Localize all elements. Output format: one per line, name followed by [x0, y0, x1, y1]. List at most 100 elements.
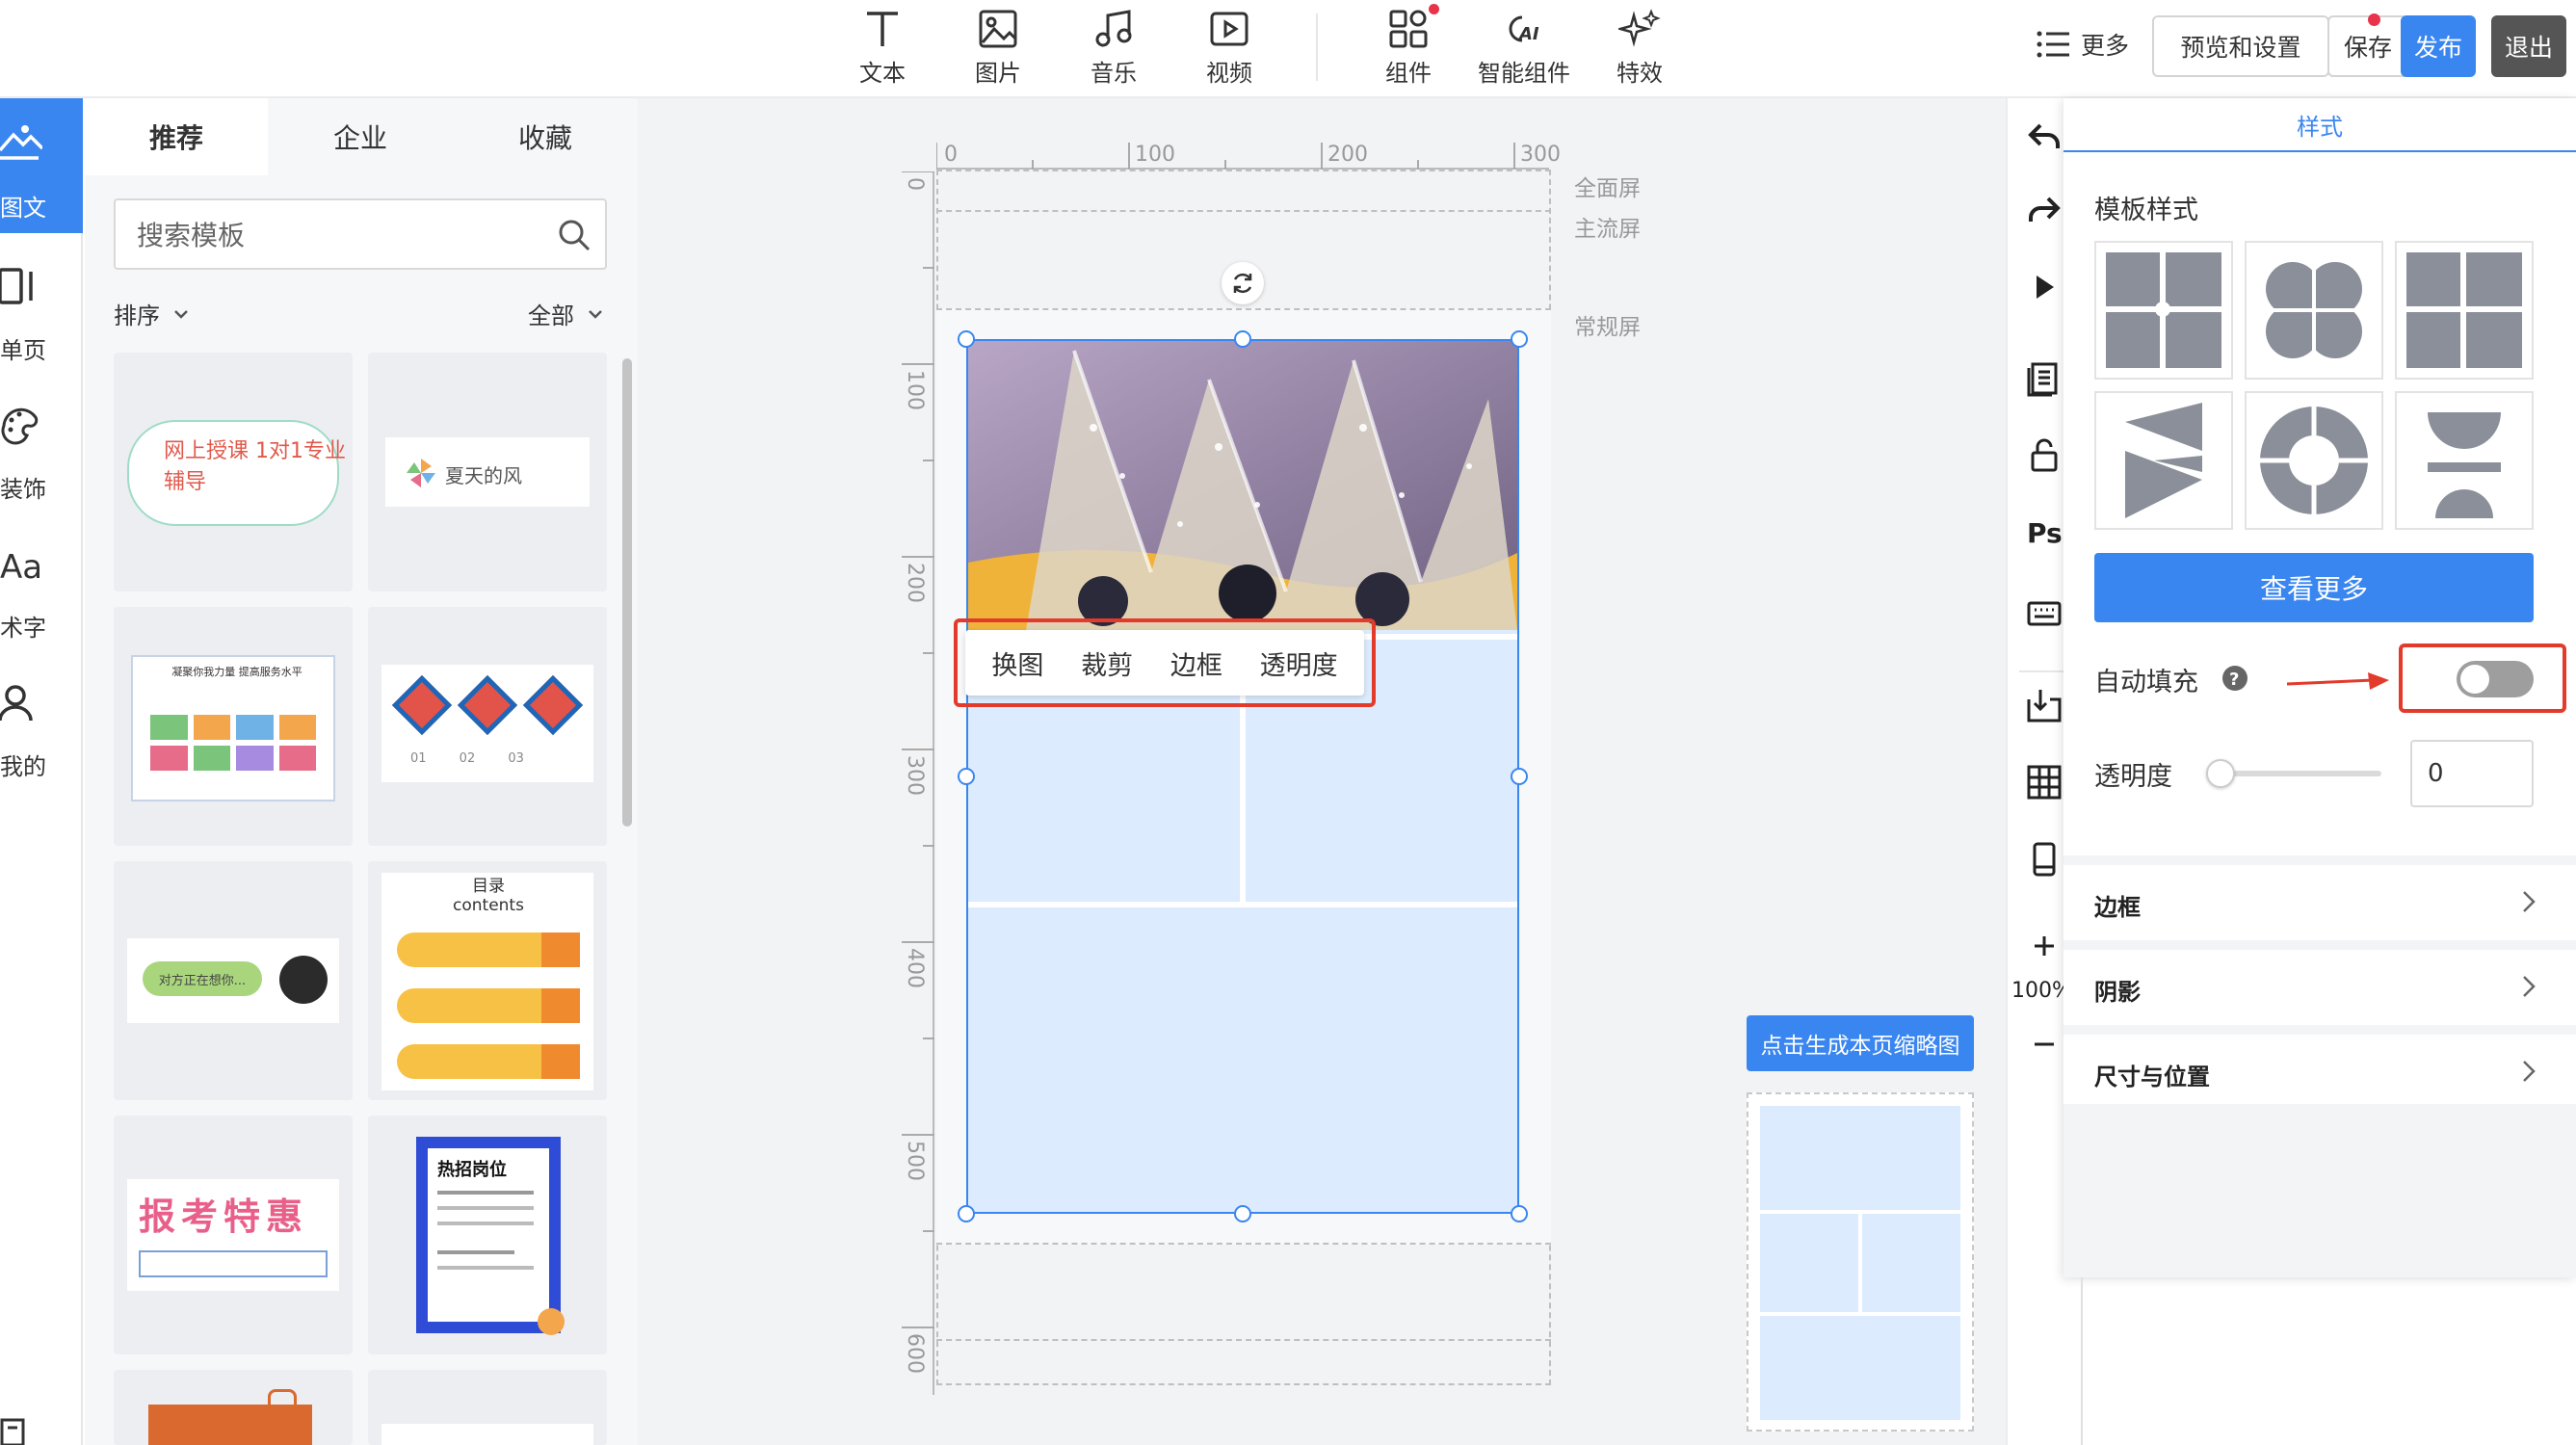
more-menu-button[interactable]: 更多	[2037, 27, 2129, 62]
section-shadow[interactable]: 阴影	[2063, 940, 2576, 1019]
help-icon[interactable]: ?	[2221, 665, 2248, 692]
section-border[interactable]: 边框	[2063, 855, 2576, 934]
photoshop-icon[interactable]: Ps	[2025, 512, 2063, 551]
resize-handle[interactable]	[1234, 1205, 1251, 1222]
video-icon	[1210, 12, 1249, 46]
template-shape-quad[interactable]	[2395, 241, 2534, 380]
tab-style[interactable]: 样式	[2063, 98, 2576, 152]
photo-cell-empty[interactable]	[968, 902, 1517, 1212]
resize-handle[interactable]	[1511, 1205, 1528, 1222]
triangles-icon	[2125, 403, 2202, 518]
template-shape-grid-split[interactable]	[2094, 241, 2233, 380]
view-more-button[interactable]: 查看更多	[2094, 553, 2534, 622]
template-shape-clover[interactable]	[2245, 241, 2383, 380]
undo-icon[interactable]	[2025, 118, 2063, 156]
tool-ai-components-button[interactable]: AI 智能组件	[1476, 4, 1572, 92]
auto-fill-toggle[interactable]	[2457, 661, 2534, 697]
graphic-text-icon	[0, 125, 42, 160]
template-card[interactable]	[114, 1370, 353, 1445]
opacity-slider-handle[interactable]	[2206, 759, 2235, 788]
replace-image-button[interactable]: 换图	[991, 644, 1043, 682]
resize-handle[interactable]	[958, 768, 975, 785]
screen-label-mainstream: 主流屏	[1574, 217, 1641, 242]
rail-item-decoration[interactable]: 装饰	[0, 381, 83, 516]
section-size-position[interactable]: 尺寸与位置	[2063, 1025, 2576, 1104]
redo-icon[interactable]	[2025, 191, 2063, 229]
search-icon[interactable]	[557, 218, 591, 252]
rail-item-graphic-text[interactable]: 图文	[0, 98, 83, 233]
save-button[interactable]: 保存	[2327, 15, 2408, 77]
svg-text:Aa: Aa	[0, 548, 42, 586]
pages-icon[interactable]	[2025, 358, 2063, 397]
save-notification-dot	[2368, 13, 2380, 26]
resize-handle[interactable]	[1234, 330, 1251, 348]
photo-cell[interactable]	[968, 341, 1517, 630]
template-card[interactable]: 目录 contents	[368, 861, 607, 1100]
filter-dropdown[interactable]: 全部	[528, 297, 603, 330]
tab-enterprise[interactable]: 企业	[268, 98, 453, 175]
tool-image-button[interactable]: 图片	[950, 4, 1046, 92]
ruler-label: 100	[903, 370, 927, 410]
zoom-in-icon[interactable]	[2025, 927, 2063, 965]
tool-text-button[interactable]: 文本	[834, 4, 931, 92]
section-title: 阴影	[2094, 979, 2141, 1006]
play-icon[interactable]	[2025, 268, 2063, 306]
opacity-button[interactable]: 透明度	[1260, 644, 1338, 682]
generate-thumbnail-button[interactable]: 点击生成本页缩略图	[1747, 1015, 1974, 1071]
search-input[interactable]	[137, 214, 522, 256]
rotate-handle[interactable]	[1222, 262, 1264, 304]
template-shape-hourglass[interactable]	[2395, 391, 2534, 530]
template-card[interactable]	[368, 1370, 607, 1445]
music-icon	[1095, 10, 1132, 47]
tab-favorites[interactable]: 收藏	[453, 98, 638, 175]
template-card[interactable]: 夏天的风	[368, 353, 607, 591]
card-text: 凝聚你我力量 提高服务水平	[171, 666, 302, 678]
exit-button[interactable]: 退出	[2491, 15, 2566, 77]
panel-scrollbar[interactable]	[622, 358, 632, 827]
quad-icon	[2406, 252, 2522, 368]
opacity-input[interactable]	[2410, 740, 2534, 807]
rail-item-art-text[interactable]: Aa 术字	[0, 520, 83, 655]
art-text-icon: Aa	[0, 548, 42, 586]
rail-item-single-page[interactable]: 单页	[0, 243, 83, 378]
template-shape-ring[interactable]	[2245, 391, 2383, 530]
tool-components-button[interactable]: 组件	[1360, 4, 1457, 92]
template-card[interactable]: 01 02 03	[368, 607, 607, 846]
keyboard-icon[interactable]	[2025, 593, 2063, 632]
resize-handle[interactable]	[1511, 330, 1528, 348]
grid-icon[interactable]	[2025, 763, 2063, 801]
tool-video-button[interactable]: 视频	[1181, 4, 1277, 92]
resize-handle[interactable]	[958, 1205, 975, 1222]
template-card[interactable]: 凝聚你我力量 提高服务水平	[114, 607, 353, 846]
ruler-top: 0 100 200 300	[936, 143, 1561, 170]
resize-handle[interactable]	[1511, 768, 1528, 785]
publish-button[interactable]: 发布	[2401, 15, 2476, 77]
border-button[interactable]: 边框	[1170, 644, 1222, 682]
opacity-slider-track[interactable]	[2218, 771, 2381, 776]
mobile-icon[interactable]	[2025, 840, 2063, 879]
page-thumbnail[interactable]	[1747, 1092, 1974, 1432]
lock-icon[interactable]	[2025, 435, 2063, 474]
ruler-label: 300	[1520, 143, 1561, 167]
tool-music-button[interactable]: 音乐	[1065, 4, 1162, 92]
zoom-out-icon[interactable]	[2025, 1025, 2063, 1064]
tab-recommended[interactable]: 推荐	[85, 98, 268, 175]
document-icon[interactable]	[0, 1418, 29, 1445]
resize-handle[interactable]	[958, 330, 975, 348]
import-icon[interactable]	[2025, 686, 2063, 724]
tool-effects-button[interactable]: 特效	[1591, 4, 1688, 92]
template-card[interactable]: 报考特惠	[114, 1116, 353, 1354]
image-icon	[979, 10, 1017, 48]
template-shape-triangles[interactable]	[2094, 391, 2233, 530]
sort-dropdown[interactable]: 排序	[114, 297, 189, 330]
tool-label: 组件	[1385, 60, 1432, 87]
template-card[interactable]: 热招岗位	[368, 1116, 607, 1354]
selected-image-grid[interactable]	[966, 339, 1519, 1214]
more-label: 更多	[2081, 32, 2130, 60]
crop-button[interactable]: 裁剪	[1081, 644, 1133, 682]
template-card[interactable]: 对方正在想你...	[114, 861, 353, 1100]
template-card[interactable]: 网上授课 1对1专业辅导	[114, 353, 353, 591]
components-icon	[1389, 10, 1428, 48]
preview-settings-button[interactable]: 预览和设置	[2152, 15, 2329, 77]
rail-item-mine[interactable]: 我的	[0, 659, 83, 794]
